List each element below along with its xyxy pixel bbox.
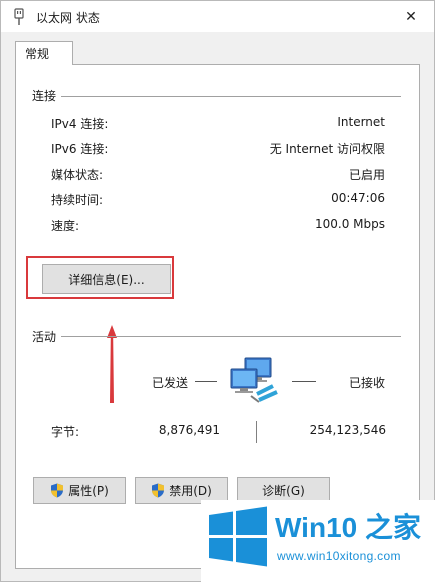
details-button-label: 详细信息(E)... <box>68 272 145 287</box>
uac-shield-icon <box>152 483 165 498</box>
duration-value: 00:47:06 <box>331 191 385 205</box>
title-bar: 以太网 状态 ✕ <box>1 1 434 32</box>
close-button[interactable]: ✕ <box>388 1 434 32</box>
close-icon: ✕ <box>405 8 417 25</box>
received-dash <box>292 381 316 382</box>
media-state-label: 媒体状态: <box>51 168 104 182</box>
uac-shield-icon <box>51 483 64 498</box>
ipv4-value: Internet <box>337 115 385 129</box>
speed-label: 速度: <box>51 219 80 233</box>
watermark-brand: Win10 之家 <box>275 512 421 543</box>
disable-button-label: 禁用(D) <box>169 484 212 498</box>
received-label: 已接收 <box>349 376 386 390</box>
details-button[interactable]: 详细信息(E)... <box>42 264 171 294</box>
bytes-label: 字节: <box>51 425 80 439</box>
connection-group-divider <box>61 96 401 97</box>
speed-value: 100.0 Mbps <box>314 217 385 231</box>
watermark-url: www.win10xitong.com <box>277 549 401 563</box>
properties-button-label: 属性(P) <box>68 484 109 498</box>
ipv4-label: IPv4 连接: <box>51 117 109 131</box>
properties-button[interactable]: 属性(P) <box>33 477 126 504</box>
ipv6-label: IPv6 连接: <box>51 142 109 156</box>
dialog-client-area: 常规 连接 IPv4 连接: Internet IPv6 连接: 无 Inter… <box>1 32 434 581</box>
duration-label: 持续时间: <box>51 193 104 207</box>
network-computers-icon <box>230 357 278 403</box>
media-state-value: 已启用 <box>348 168 385 182</box>
ethernet-plug-icon <box>14 8 24 25</box>
sent-label: 已发送 <box>152 376 189 390</box>
activity-group-divider <box>61 336 401 337</box>
ipv6-value: 无 Internet 访问权限 <box>269 142 385 156</box>
tab-general-label: 常规 <box>25 47 50 61</box>
bytes-received-value: 254,123,546 <box>309 423 386 437</box>
tab-general[interactable]: 常规 <box>15 41 73 65</box>
windows-logo-icon <box>209 506 267 567</box>
general-tab-panel: 连接 IPv4 连接: Internet IPv6 连接: 无 Internet… <box>15 64 420 569</box>
ethernet-status-window: 以太网 状态 ✕ 常规 连接 IPv4 连接: Internet IPv6 连接… <box>0 0 435 583</box>
activity-group-label: 活动 <box>32 330 57 344</box>
watermark-logo: Win10 之家 www.win10xitong.com <box>201 500 435 583</box>
window-title: 以太网 状态 <box>36 11 100 25</box>
bytes-separator <box>256 421 257 443</box>
connection-group-label: 连接 <box>32 89 57 103</box>
diagnose-button-label: 诊断(G) <box>262 484 305 498</box>
sent-dash <box>195 381 217 382</box>
bytes-sent-value: 8,876,491 <box>158 423 220 437</box>
tab-strip: 常规 <box>1 32 434 65</box>
